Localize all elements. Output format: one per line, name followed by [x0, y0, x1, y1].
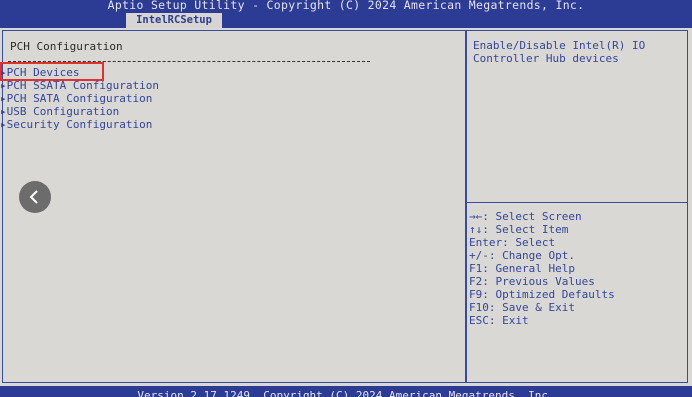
- menu-bullet: ▸: [0, 66, 7, 79]
- bios-header: Aptio Setup Utility - Copyright (C) 2024…: [0, 0, 692, 28]
- bios-footer: Version 2.17.1249. Copyright (C) 2024 Am…: [0, 386, 692, 397]
- help-divider: [467, 202, 688, 203]
- key-hint-f9: F9: Optimized Defaults: [469, 288, 615, 301]
- key-hint-f2: F2: Previous Values: [469, 275, 595, 288]
- key-hint-esc: ESC: Exit: [469, 314, 529, 327]
- menu-item-label: PCH SSATA Configuration: [6, 79, 159, 92]
- footer-version-text: Version 2.17.1249. Copyright (C) 2024 Am…: [137, 389, 555, 397]
- menu-item-label: PCH SATA Configuration: [6, 92, 153, 105]
- menu-item-label: Security Configuration: [6, 118, 153, 131]
- key-hint-change-opt: +/-: Change Opt.: [469, 249, 575, 262]
- menu-item-label: PCH Devices: [6, 66, 80, 79]
- menu-item-pch-devices[interactable]: ▸PCH Devices: [0, 66, 79, 79]
- menu-bullet: ▸: [0, 105, 7, 118]
- help-text-line-2: Controller Hub devices: [473, 52, 619, 65]
- panel-divider: [465, 30, 467, 383]
- key-hint-select-screen: →←: Select Screen: [469, 210, 582, 223]
- key-hint-enter: Enter: Select: [469, 236, 556, 249]
- back-nav-button[interactable]: [19, 181, 51, 213]
- chevron-left-icon: [29, 190, 38, 204]
- menu-item-security[interactable]: ▸Security Configuration: [0, 118, 152, 131]
- menu-item-usb[interactable]: ▸USB Configuration: [0, 105, 119, 118]
- bios-title: Aptio Setup Utility - Copyright (C) 2024…: [107, 0, 585, 12]
- menu-bullet: ▸: [0, 118, 7, 131]
- key-hint-f1: F1: General Help: [469, 262, 575, 275]
- help-text-line-1: Enable/Disable Intel(R) IO: [473, 39, 646, 52]
- menu-item-label: USB Configuration: [6, 105, 120, 118]
- tab-intelrcsetup[interactable]: IntelRCSetup: [126, 13, 222, 28]
- key-hint-f10: F10: Save & Exit: [469, 301, 575, 314]
- menu-item-pch-ssata[interactable]: ▸PCH SSATA Configuration: [0, 79, 159, 92]
- menu-item-pch-sata[interactable]: ▸PCH SATA Configuration: [0, 92, 152, 105]
- menu-bullet: ▸: [0, 79, 7, 92]
- menu-bullet: ▸: [0, 92, 7, 105]
- key-hint-select-item: ↑↓: Select Item: [469, 223, 569, 236]
- page-title: PCH Configuration: [10, 40, 123, 53]
